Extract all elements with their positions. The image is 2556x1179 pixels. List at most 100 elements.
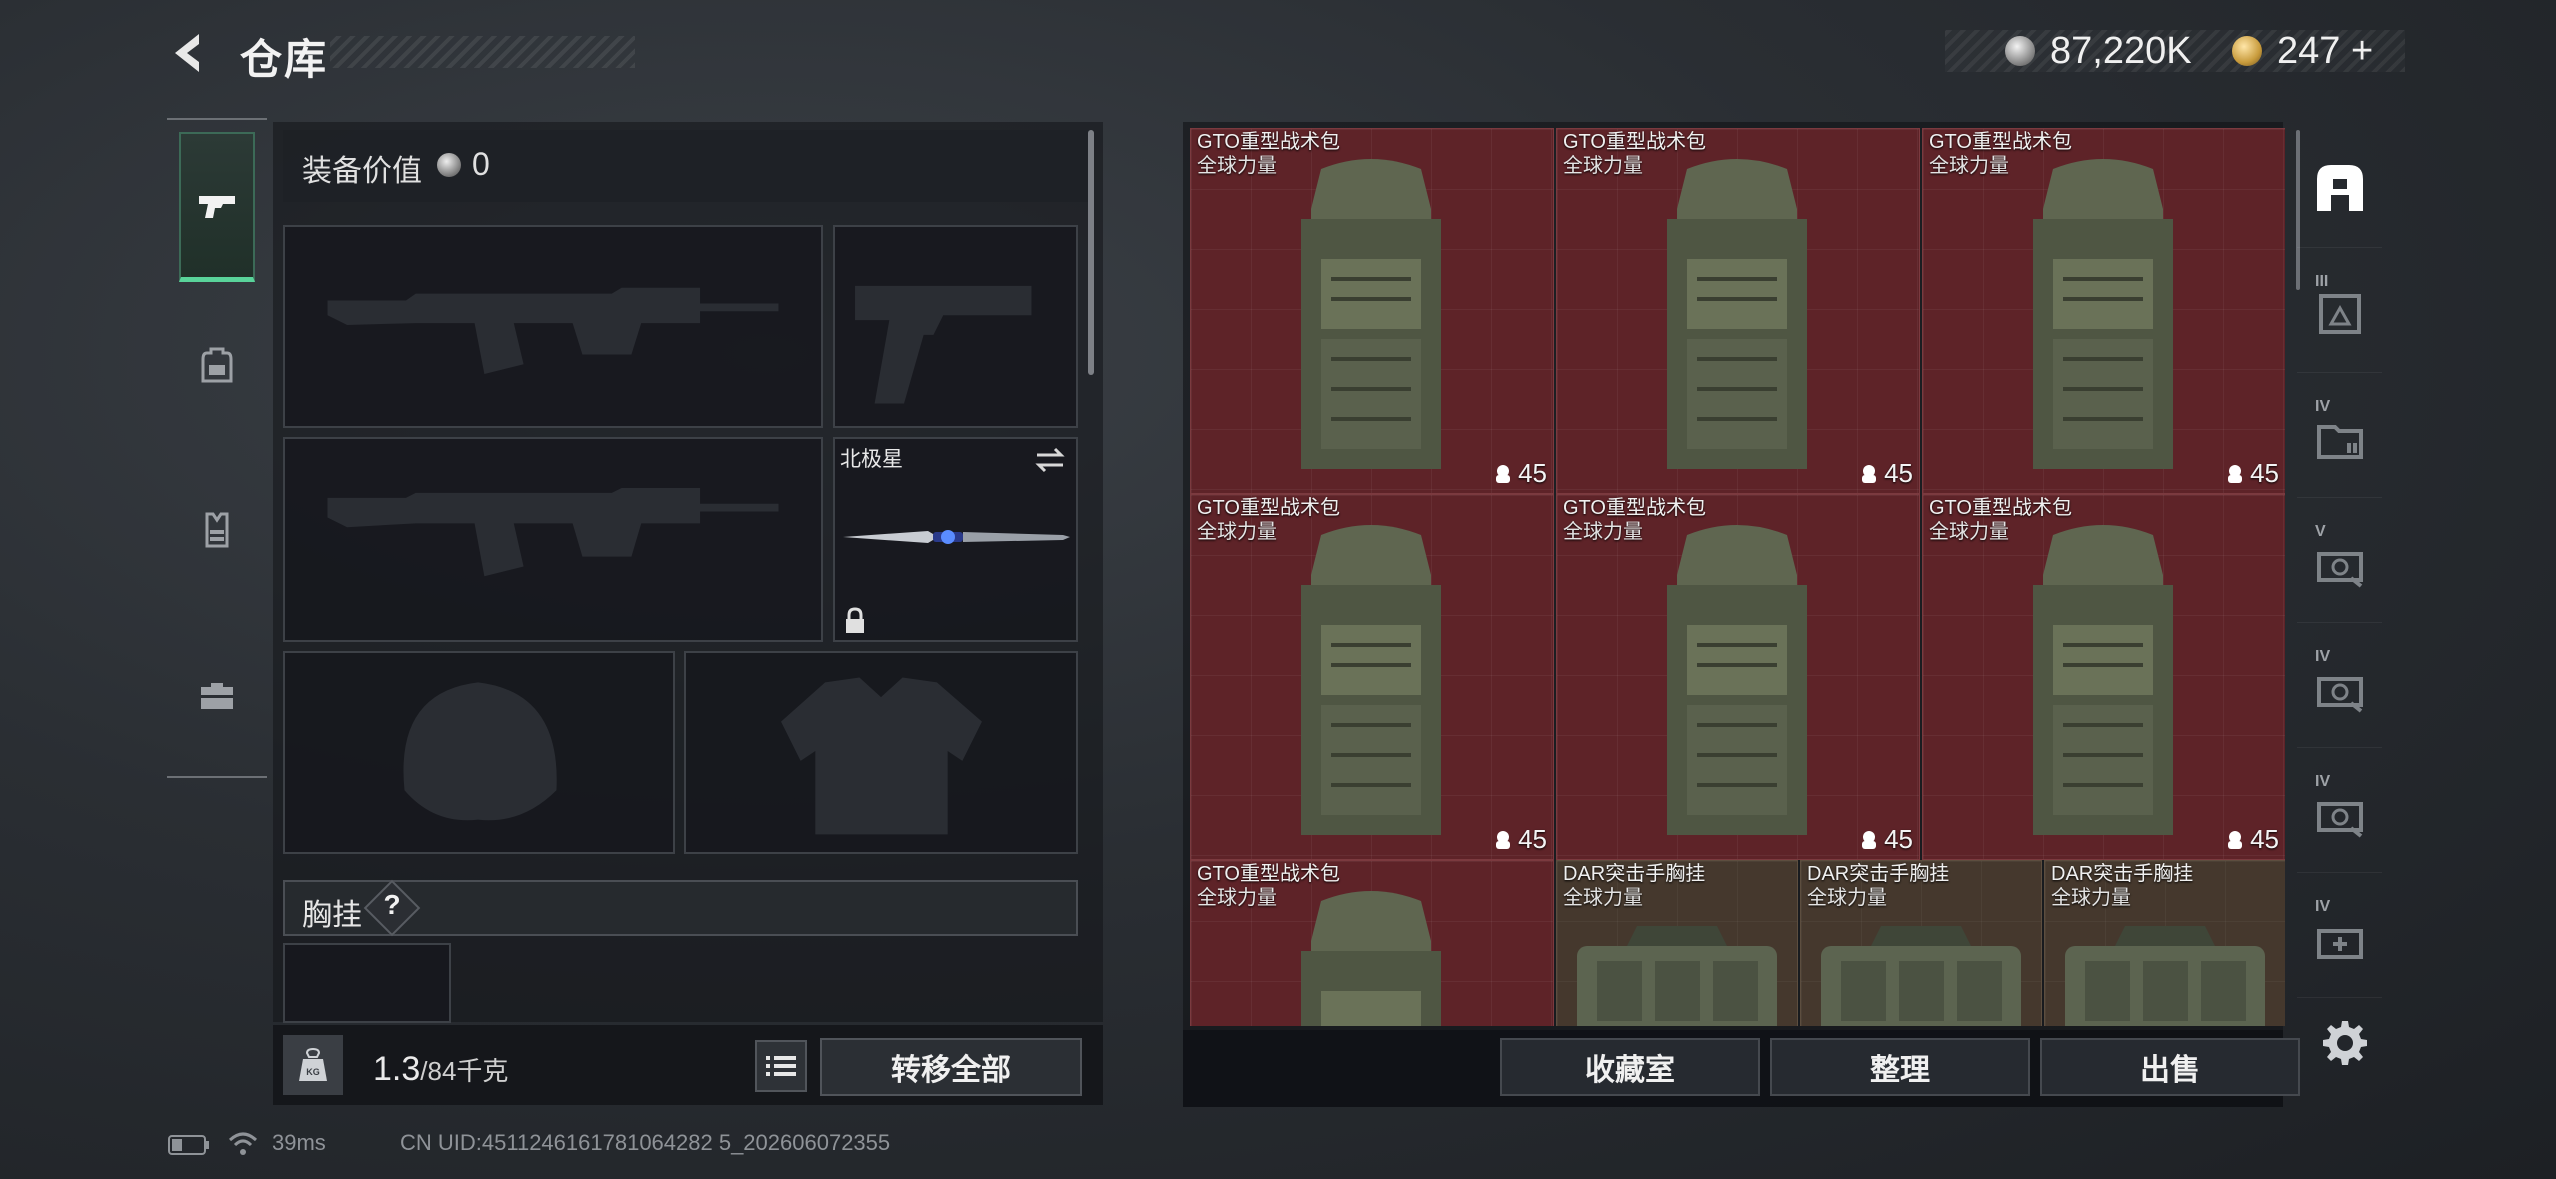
tab-level: IV: [2315, 398, 2331, 415]
transfer-all-button[interactable]: 转移全部: [820, 1038, 1082, 1096]
toolbox-icon: [201, 683, 233, 709]
storage-item[interactable]: DAR突击手胸挂 全球力量: [1556, 860, 1798, 1026]
item-name: DAR突击手胸挂: [2051, 863, 2194, 885]
tactical-backpack-image: [2033, 525, 2173, 835]
list-view-button[interactable]: [755, 1040, 807, 1092]
tactical-backpack-image: [1301, 159, 1441, 469]
chest-rig-label: 胸挂: [302, 899, 362, 932]
item-tag: 全球力量: [1563, 155, 1643, 177]
equipment-value-label: 装备价值: [302, 155, 422, 188]
item-tag: 全球力量: [1197, 521, 1277, 543]
tab-toolbox[interactable]: [179, 620, 255, 770]
storage-item[interactable]: DAR突击手胸挂 全球力量: [2044, 860, 2285, 1026]
medical-box-icon: [2316, 928, 2363, 959]
cash-register-icon: [2316, 551, 2363, 588]
settings-gear-icon[interactable]: [2320, 1018, 2370, 1068]
tab-weapons[interactable]: [179, 132, 255, 282]
pistol-slot[interactable]: [833, 225, 1078, 428]
item-tag: 全球力量: [1807, 887, 1887, 909]
knife-image: [843, 530, 1070, 544]
collection-room-button[interactable]: 收藏室: [1500, 1038, 1760, 1096]
weight-icon: KG: [283, 1035, 343, 1095]
bag-capacity-icon: [1496, 830, 1511, 849]
cash-register-icon: [2316, 801, 2363, 838]
chest-rig-icon: [205, 512, 229, 548]
tab-level: IV: [2315, 773, 2331, 790]
tab-level: V: [2315, 523, 2326, 540]
tactical-backpack-image: [1301, 891, 1441, 1026]
chest-rig-image: [1821, 926, 2021, 1026]
storage-item[interactable]: GTO重型战术包 全球力量 45: [1922, 128, 2285, 494]
storage-item[interactable]: GTO重型战术包 全球力量 45: [1190, 128, 1554, 494]
tab-cash-register-2[interactable]: IV: [2297, 628, 2382, 748]
bag-capacity-icon: [1496, 464, 1511, 483]
title-stripe-decoration: [330, 36, 635, 68]
category-rail: [167, 118, 267, 778]
helmet-slot[interactable]: [283, 651, 675, 854]
storage-item[interactable]: GTO重型战术包 全球力量: [1190, 860, 1554, 1026]
item-count: 45: [1492, 824, 1547, 855]
cash-register-icon: [2316, 676, 2363, 713]
gold-amount-group[interactable]: 247 +: [2277, 30, 2373, 73]
tab-folder-storage[interactable]: IV: [2297, 378, 2382, 498]
tab-storage-main[interactable]: [2297, 128, 2382, 248]
equipment-value-amount: 0: [472, 146, 490, 182]
item-tag: 全球力量: [1929, 155, 2009, 177]
add-gold-button[interactable]: +: [2351, 30, 2373, 72]
helmet-silhouette-icon: [403, 682, 557, 821]
help-icon: ?: [383, 889, 401, 920]
tab-medical-box[interactable]: IV: [2297, 878, 2382, 998]
rifle-silhouette-icon: [327, 287, 779, 375]
rifle-silhouette-icon: [327, 488, 779, 577]
storage-item[interactable]: GTO重型战术包 全球力量 45: [1556, 128, 1920, 494]
armor-silhouette-icon: [781, 677, 982, 835]
chest-rig-slot[interactable]: [283, 943, 451, 1023]
tactical-backpack-image: [1667, 525, 1807, 835]
primary-weapon-slot-1[interactable]: [283, 225, 823, 428]
tab-cash-register-3[interactable]: IV: [2297, 753, 2382, 873]
tab-level: IV: [2315, 648, 2331, 665]
storage-tab-rail: III IV V IV IV IV: [2297, 128, 2382, 998]
storage-item[interactable]: GTO重型战术包 全球力量 45: [1556, 494, 1920, 860]
tab-cash-register-1[interactable]: V: [2297, 503, 2382, 623]
tab-backpack[interactable]: [179, 290, 255, 440]
back-icon[interactable]: [165, 28, 215, 78]
gold-coin-icon: [2232, 36, 2262, 66]
pistol-silhouette-icon: [855, 285, 1032, 404]
tab-level: III: [2315, 273, 2329, 290]
weight-readout: 1.3/84千克: [373, 1050, 508, 1089]
wifi-icon: [228, 1132, 258, 1155]
swap-icon[interactable]: [1033, 445, 1067, 475]
tab-chest-rig[interactable]: [179, 455, 255, 605]
item-count: 45: [1858, 824, 1913, 855]
sell-button[interactable]: 出售: [2040, 1038, 2300, 1096]
storage-box-icon: [2318, 293, 2361, 334]
tab-level: IV: [2315, 898, 2331, 915]
tactical-backpack-image: [1667, 159, 1807, 469]
tactical-backpack-image: [1301, 525, 1441, 835]
item-tag: 全球力量: [1563, 521, 1643, 543]
gold-amount: 247: [2277, 30, 2341, 72]
storage-item[interactable]: GTO重型战术包 全球力量 45: [1922, 494, 2285, 860]
item-tag: 全球力量: [1563, 887, 1643, 909]
armor-slot[interactable]: [684, 651, 1078, 854]
item-tag: 全球力量: [2051, 887, 2131, 909]
lock-icon: [846, 607, 864, 633]
tab-storage-box[interactable]: III: [2297, 253, 2382, 373]
chest-rig-image: [2065, 926, 2265, 1026]
backpack-icon: [201, 347, 233, 383]
bag-capacity-icon: [1862, 464, 1877, 483]
silver-amount: 87,220K: [2050, 30, 2192, 72]
sort-button[interactable]: 整理: [1770, 1038, 2030, 1096]
item-name: DAR突击手胸挂: [1807, 863, 1950, 885]
primary-weapon-slot-2[interactable]: [283, 437, 823, 642]
item-tag: 全球力量: [1929, 521, 2009, 543]
item-count: 45: [2224, 824, 2279, 855]
storage-item[interactable]: DAR突击手胸挂 全球力量: [1800, 860, 2042, 1026]
bag-capacity-icon: [2228, 830, 2243, 849]
equipment-scrollbar[interactable]: [1088, 130, 1094, 375]
storage-item[interactable]: GTO重型战术包 全球力量 45: [1190, 494, 1554, 860]
battery-icon: [168, 1135, 209, 1155]
weight-max: /84千克: [420, 1056, 509, 1086]
item-tag: 全球力量: [1197, 155, 1277, 177]
